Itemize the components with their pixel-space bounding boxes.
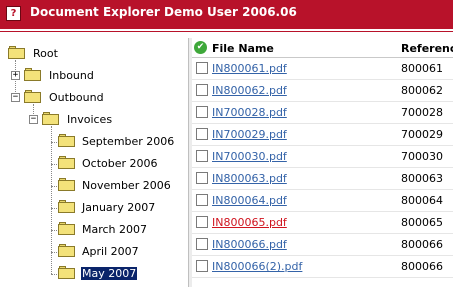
collapse-icon[interactable]: − [29,115,38,124]
tree-node-month[interactable]: September 2006 [0,132,188,154]
tree-node-month[interactable]: November 2006 [0,176,188,198]
folder-icon [42,112,59,125]
reference-cell: 800062 [401,84,443,97]
reference-cell: 800061 [401,62,443,75]
folder-icon [58,266,75,279]
grid-header: ✔ File Name Referenc [192,38,453,58]
file-link[interactable]: IN800063.pdf [212,172,287,185]
reference-cell: 800066 [401,260,443,273]
table-row[interactable]: IN800063.pdf 800063 [192,168,453,190]
file-link[interactable]: IN800065.pdf [212,216,287,229]
folder-tree: Root + Inbound − Outbound − Invoices Sep… [0,38,188,287]
tree-node-label: Outbound [49,91,104,104]
tree-node-outbound[interactable]: − Outbound [0,88,188,110]
folder-icon [24,68,41,81]
tree-node-label: November 2006 [82,179,171,192]
folder-icon [58,156,75,169]
tree-node-label: Inbound [49,69,94,82]
tree-node-root[interactable]: Root [0,44,188,66]
folder-icon [24,90,41,103]
file-link[interactable]: IN800064.pdf [212,194,287,207]
title-bar: ? Document Explorer Demo User 2006.06 [0,0,453,29]
tree-node-label: September 2006 [82,135,175,148]
row-checkbox[interactable] [196,260,208,272]
reference-cell: 800064 [401,194,443,207]
tree-node-month[interactable]: March 2007 [0,220,188,242]
file-link[interactable]: IN700030.pdf [212,150,287,163]
table-row[interactable]: IN700028.pdf 700028 [192,102,453,124]
help-button[interactable]: ? [6,6,21,21]
row-checkbox[interactable] [196,216,208,228]
table-row[interactable]: IN800062.pdf 800062 [192,80,453,102]
row-checkbox[interactable] [196,194,208,206]
reference-cell: 800066 [401,238,443,251]
row-checkbox[interactable] [196,62,208,74]
file-link[interactable]: IN700029.pdf [212,128,287,141]
reference-cell: 700030 [401,150,443,163]
tree-node-month[interactable]: April 2007 [0,242,188,264]
column-header-file-name[interactable]: File Name [212,42,274,55]
file-link[interactable]: IN700028.pdf [212,106,287,119]
collapse-icon[interactable]: − [11,93,20,102]
tree-node-label: May 2007 [81,267,138,280]
table-row[interactable]: IN800065.pdf 800065 [192,212,453,234]
table-row[interactable]: IN700030.pdf 700030 [192,146,453,168]
column-header-reference[interactable]: Referenc [401,42,453,55]
table-row[interactable]: IN700029.pdf 700029 [192,124,453,146]
row-checkbox[interactable] [196,172,208,184]
tree-node-label: Invoices [67,113,113,126]
row-checkbox[interactable] [196,238,208,250]
tree-node-label: April 2007 [82,245,139,258]
expand-icon[interactable]: + [11,71,20,80]
row-checkbox[interactable] [196,128,208,140]
title-divider [0,31,453,32]
row-checkbox[interactable] [196,106,208,118]
tree-node-invoices[interactable]: − Invoices [0,110,188,132]
tree-node-label: October 2006 [82,157,158,170]
folder-icon [58,200,75,213]
table-row[interactable]: IN800066.pdf 800066 [192,234,453,256]
window-title: Document Explorer Demo User 2006.06 [30,5,297,19]
check-circle-icon: ✔ [194,41,207,54]
folder-icon [58,134,75,147]
tree-node-label: January 2007 [82,201,156,214]
tree-node-month[interactable]: January 2007 [0,198,188,220]
tree-node-inbound[interactable]: + Inbound [0,66,188,88]
file-link[interactable]: IN800061.pdf [212,62,287,75]
table-row[interactable]: IN800061.pdf 800061 [192,58,453,80]
tree-node-label: March 2007 [82,223,148,236]
table-row[interactable]: IN800064.pdf 800064 [192,190,453,212]
file-grid: ✔ File Name Referenc IN800061.pdf 800061 I… [192,38,453,287]
table-row[interactable]: IN800066(2).pdf 800066 [192,256,453,278]
row-checkbox[interactable] [196,150,208,162]
reference-cell: 800063 [401,172,443,185]
reference-cell: 700028 [401,106,443,119]
row-checkbox[interactable] [196,84,208,96]
file-link[interactable]: IN800066(2).pdf [212,260,302,273]
folder-icon [58,222,75,235]
file-link[interactable]: IN800066.pdf [212,238,287,251]
tree-node-month-selected[interactable]: May 2007 [0,264,188,286]
folder-icon [8,46,25,59]
folder-icon [58,244,75,257]
folder-icon [58,178,75,191]
tree-node-month[interactable]: October 2006 [0,154,188,176]
reference-cell: 700029 [401,128,443,141]
tree-node-label: Root [33,47,58,60]
reference-cell: 800065 [401,216,443,229]
file-link[interactable]: IN800062.pdf [212,84,287,97]
